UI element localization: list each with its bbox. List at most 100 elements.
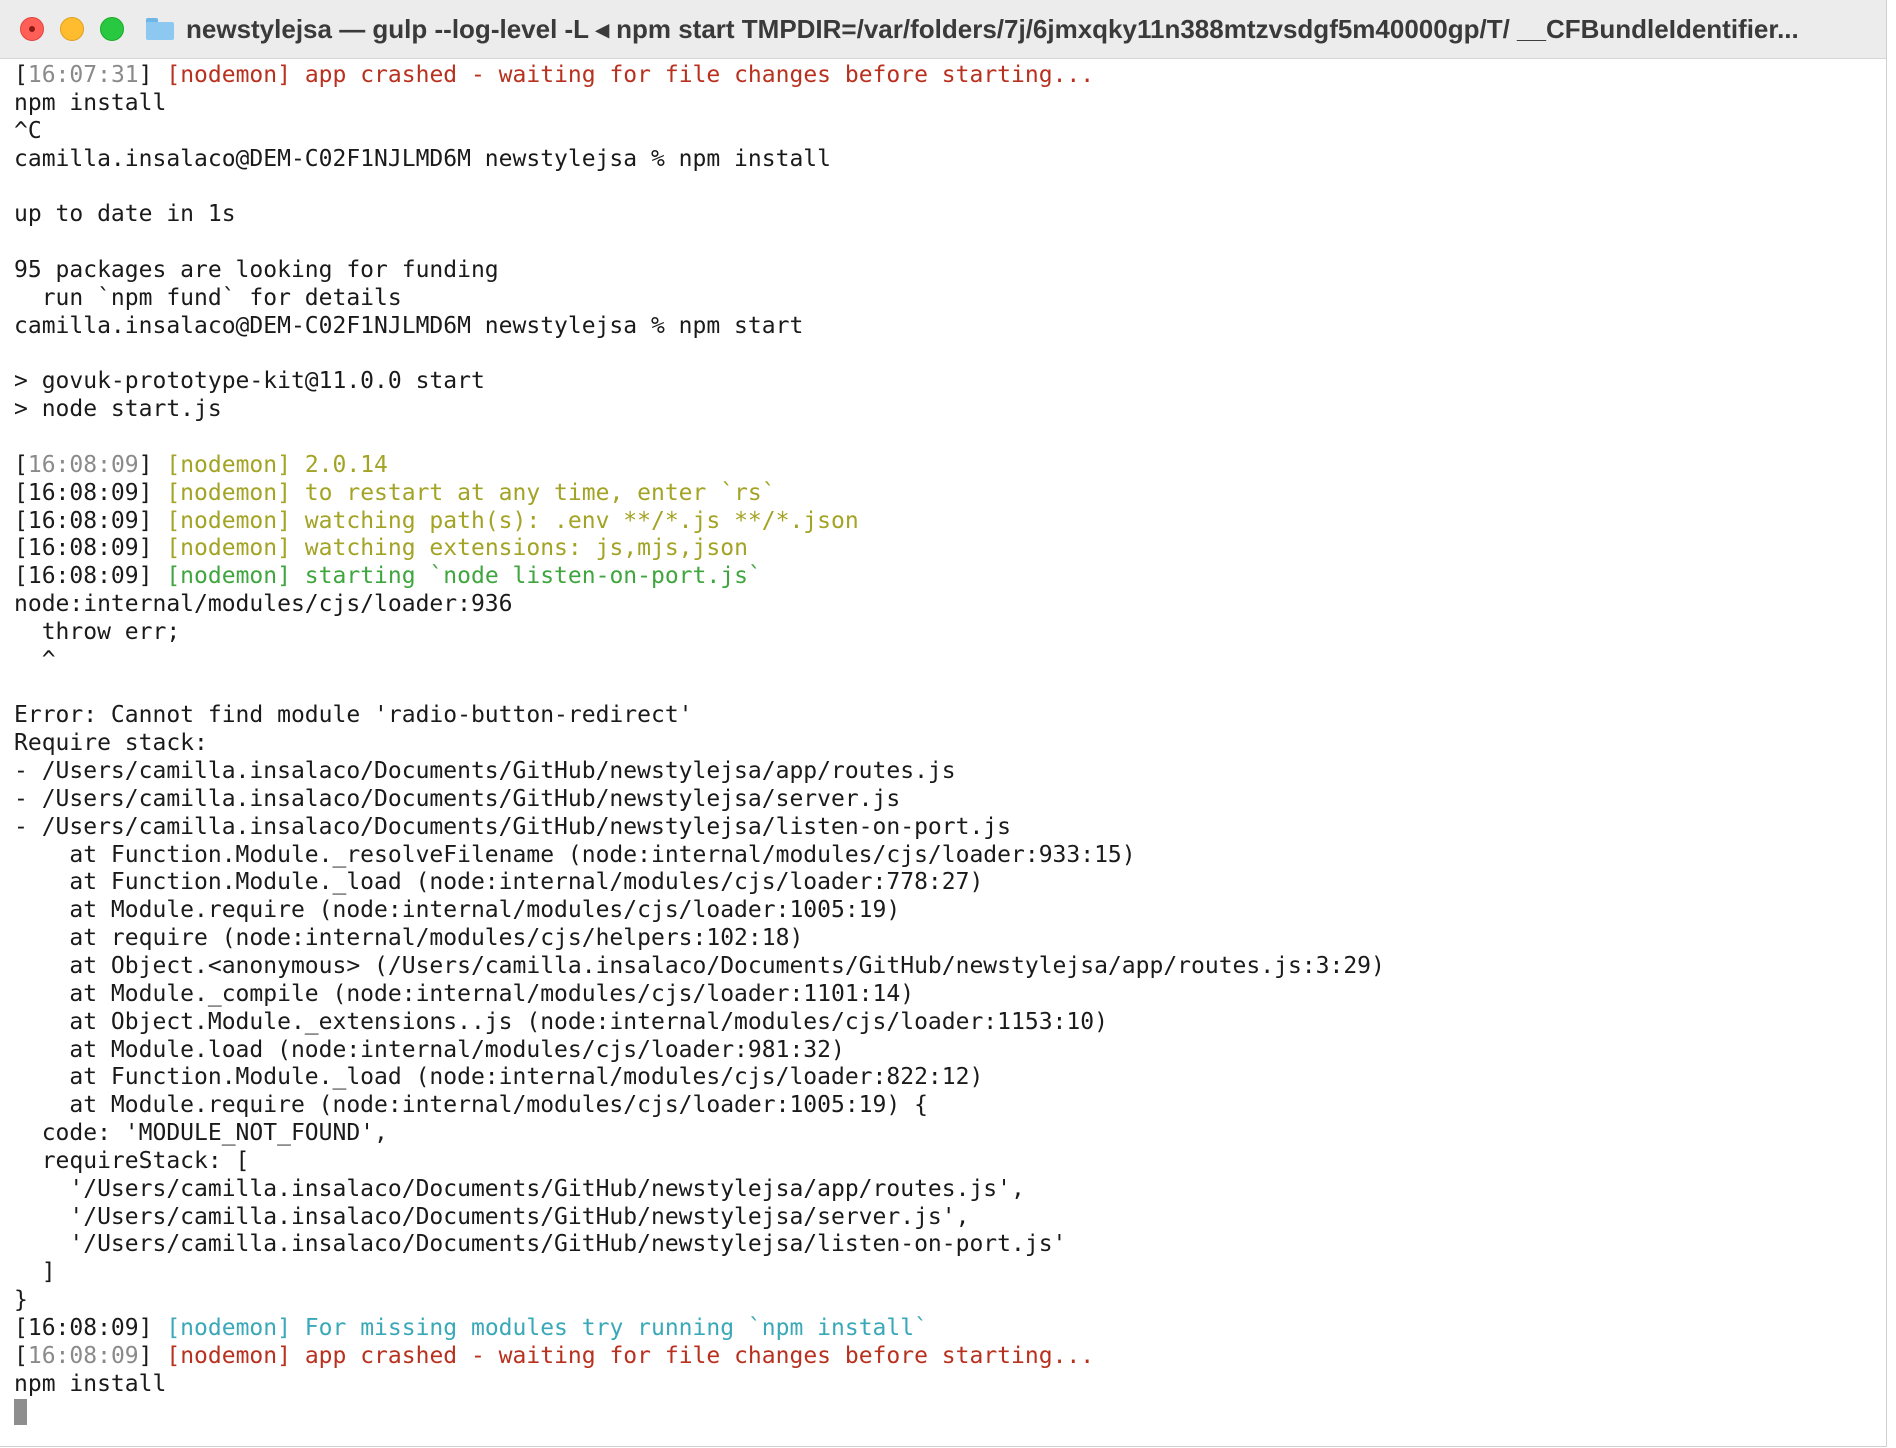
terminal-window[interactable]: newstylejsa — gulp --log-level -L ◂ npm …	[0, 0, 1887, 1447]
terminal-line: [16:08:09] [nodemon] For missing modules…	[14, 1315, 1874, 1343]
terminal-line: at Module.load (node:internal/modules/cj…	[14, 1037, 1874, 1065]
terminal-line: throw err;	[14, 619, 1874, 647]
terminal-line-text: at Module.load (node:internal/modules/cj…	[14, 1036, 845, 1063]
prompt-line[interactable]	[14, 1398, 1874, 1427]
terminal-line-text: at Function.Module._resolveFilename (nod…	[14, 841, 1136, 868]
terminal-line-text: '/Users/camilla.insalaco/Documents/GitHu…	[14, 1203, 970, 1230]
terminal-line: npm install	[14, 90, 1874, 118]
terminal-line: at Object.<anonymous> (/Users/camilla.in…	[14, 953, 1874, 981]
terminal-line-text: [nodemon] watching extensions: js,mjs,js…	[152, 535, 748, 562]
terminal-line: [16:08:09] [nodemon] starting `node list…	[14, 563, 1874, 591]
terminal-line-text: at Object.<anonymous> (/Users/camilla.in…	[14, 953, 1385, 979]
close-window-button[interactable]	[20, 17, 44, 41]
terminal-line-text: at Module._compile (node:internal/module…	[14, 980, 915, 1007]
terminal-line-text: camilla.insalaco@DEM-C02F1NJLMD6M newsty…	[14, 312, 804, 339]
terminal-line-text: ]	[14, 1259, 56, 1286]
terminal-line-text: ^C	[14, 117, 42, 144]
terminal-line-text: [nodemon] starting `node listen-on-port.…	[152, 563, 762, 590]
terminal-line: ^C	[14, 118, 1874, 146]
terminal-line: at Module.require (node:internal/modules…	[14, 1092, 1874, 1120]
zoom-window-button[interactable]	[100, 17, 124, 41]
terminal-line-text: up to date in 1s	[14, 201, 236, 228]
terminal-line-text: code: 'MODULE_NOT_FOUND',	[14, 1120, 388, 1147]
terminal-line-text: [nodemon] app crashed - waiting for file…	[152, 1342, 1095, 1369]
terminal-line: at Function.Module._load (node:internal/…	[14, 1064, 1874, 1092]
terminal-line-text: run `npm fund` for details	[14, 284, 402, 311]
terminal-line-text: '/Users/camilla.insalaco/Documents/GitHu…	[14, 1175, 1025, 1202]
terminal-line: '/Users/camilla.insalaco/Documents/GitHu…	[14, 1204, 1874, 1232]
terminal-line-text: [nodemon] For missing modules try runnin…	[152, 1314, 928, 1341]
terminal-line: run `npm fund` for details	[14, 285, 1874, 313]
terminal-line-text: - /Users/camilla.insalaco/Documents/GitH…	[14, 785, 901, 812]
terminal-line-text: at Function.Module._load (node:internal/…	[14, 1064, 984, 1091]
terminal-line: '/Users/camilla.insalaco/Documents/GitHu…	[14, 1231, 1874, 1259]
terminal-line-text: npm install	[14, 89, 167, 116]
log-timestamp: [16:08:09]	[14, 451, 153, 478]
terminal-line: }	[14, 1287, 1874, 1315]
terminal-line: ^	[14, 647, 1874, 675]
title-bar[interactable]: newstylejsa — gulp --log-level -L ◂ npm …	[0, 0, 1886, 59]
terminal-line-text: [nodemon] app crashed - waiting for file…	[152, 62, 1095, 88]
terminal-line-text: camilla.insalaco@DEM-C02F1NJLMD6M newsty…	[14, 145, 831, 172]
folder-icon	[146, 18, 174, 40]
terminal-line-text: [nodemon] to restart at any time, enter …	[152, 479, 776, 506]
terminal-line: [16:08:09] [nodemon] app crashed - waiti…	[14, 1343, 1874, 1371]
terminal-output[interactable]: [16:07:31] [nodemon] app crashed - waiti…	[14, 62, 1874, 1442]
terminal-line-text: npm install	[14, 1370, 167, 1397]
terminal-line: ]	[14, 1259, 1874, 1287]
terminal-line-text: > node start.js	[14, 396, 222, 423]
terminal-line: at Object.Module._extensions..js (node:i…	[14, 1009, 1874, 1037]
log-timestamp: [16:08:09]	[14, 563, 153, 590]
terminal-line: code: 'MODULE_NOT_FOUND',	[14, 1120, 1874, 1148]
terminal-line: requireStack: [	[14, 1148, 1874, 1176]
window-controls	[20, 17, 140, 41]
log-timestamp: [16:08:09]	[14, 535, 153, 562]
terminal-line-text: at require (node:internal/modules/cjs/he…	[14, 925, 804, 952]
terminal-line: at Module._compile (node:internal/module…	[14, 981, 1874, 1009]
log-timestamp: [16:08:09]	[14, 507, 153, 534]
terminal-line-text: Require stack:	[14, 730, 208, 757]
terminal-line: [16:08:09] [nodemon] watching path(s): .…	[14, 508, 1874, 536]
terminal-line: 95 packages are looking for funding	[14, 257, 1874, 285]
terminal-line: at Module.require (node:internal/modules…	[14, 897, 1874, 925]
terminal-line-text: throw err;	[14, 618, 181, 645]
terminal-line: [16:08:09] [nodemon] 2.0.14	[14, 452, 1874, 480]
terminal-line: - /Users/camilla.insalaco/Documents/GitH…	[14, 786, 1874, 814]
terminal-line-text: - /Users/camilla.insalaco/Documents/GitH…	[14, 813, 1011, 840]
terminal-line-text: }	[14, 1287, 28, 1314]
log-timestamp: [16:08:09]	[14, 1342, 153, 1369]
terminal-line: - /Users/camilla.insalaco/Documents/GitH…	[14, 758, 1874, 786]
terminal-line: camilla.insalaco@DEM-C02F1NJLMD6M newsty…	[14, 313, 1874, 341]
text-cursor	[14, 1398, 27, 1425]
terminal-line-text: node:internal/modules/cjs/loader:936	[14, 591, 513, 618]
terminal-line: > node start.js	[14, 396, 1874, 424]
terminal-line: up to date in 1s	[14, 201, 1874, 229]
minimize-window-button[interactable]	[60, 17, 84, 41]
terminal-line-text: at Object.Module._extensions..js (node:i…	[14, 1008, 1108, 1035]
terminal-line-text: ^	[14, 646, 56, 673]
terminal-line: [16:08:09] [nodemon] to restart at any t…	[14, 480, 1874, 508]
terminal-line: [16:07:31] [nodemon] app crashed - waiti…	[14, 62, 1874, 90]
terminal-line-text: '/Users/camilla.insalaco/Documents/GitHu…	[14, 1231, 1067, 1258]
terminal-line-text: 95 packages are looking for funding	[14, 256, 499, 283]
terminal-line-text: [nodemon] watching path(s): .env **/*.js…	[152, 507, 859, 534]
terminal-line: at Function.Module._resolveFilename (nod…	[14, 842, 1874, 870]
log-timestamp: [16:08:09]	[14, 1314, 153, 1341]
terminal-line: camilla.insalaco@DEM-C02F1NJLMD6M newsty…	[14, 146, 1874, 174]
terminal-line-text: Error: Cannot find module 'radio-button-…	[14, 702, 693, 729]
window-title: newstylejsa — gulp --log-level -L ◂ npm …	[186, 13, 1799, 44]
terminal-line: at require (node:internal/modules/cjs/he…	[14, 925, 1874, 953]
terminal-line: npm install	[14, 1371, 1874, 1399]
log-timestamp: [16:08:09]	[14, 479, 153, 506]
log-timestamp: [16:07:31]	[14, 62, 153, 88]
terminal-line-text: at Module.require (node:internal/modules…	[14, 897, 901, 924]
terminal-line-text: [nodemon] 2.0.14	[152, 451, 388, 478]
terminal-line: Error: Cannot find module 'radio-button-…	[14, 702, 1874, 730]
terminal-line-text: requireStack: [	[14, 1147, 250, 1174]
terminal-line-text: > govuk-prototype-kit@11.0.0 start	[14, 368, 485, 395]
terminal-line: [16:08:09] [nodemon] watching extensions…	[14, 535, 1874, 563]
